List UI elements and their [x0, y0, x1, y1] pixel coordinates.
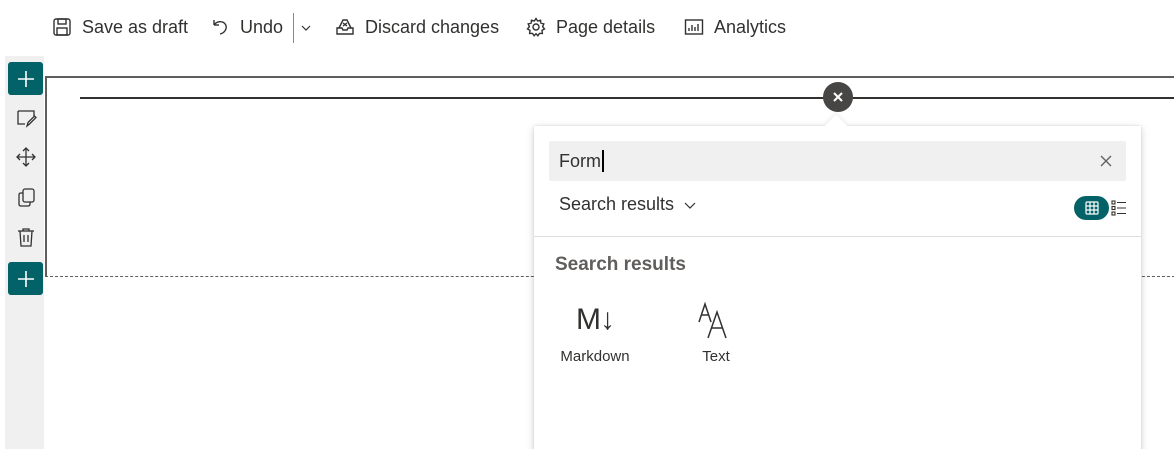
toolbox-divider	[534, 236, 1141, 237]
plus-icon	[17, 70, 34, 87]
clear-search-icon[interactable]	[1098, 153, 1114, 169]
copy-icon	[17, 187, 35, 207]
discard-changes-label: Discard changes	[365, 16, 500, 37]
webpart-tile-label: Markdown	[560, 348, 630, 365]
search-input-value: Form	[559, 150, 604, 172]
command-bar: Save as draft Undo Discard changes Page …	[0, 0, 1174, 56]
list-view-icon[interactable]	[1111, 200, 1127, 216]
undo-dropdown-button[interactable]	[293, 13, 317, 43]
analytics-icon	[684, 19, 704, 35]
discard-changes-button[interactable]: Discard changes	[335, 14, 499, 40]
webpart-tile-label: Text	[702, 348, 730, 365]
add-section-above-button[interactable]	[8, 62, 43, 95]
undo-button[interactable]: Undo	[210, 14, 283, 40]
webpart-toolbox: Form Search results Search results M↓ Ma…	[534, 126, 1141, 449]
section-divider-line	[80, 97, 1174, 99]
analytics-button[interactable]: Analytics	[684, 14, 786, 40]
delete-section-button[interactable]	[8, 220, 43, 253]
gear-icon	[526, 17, 546, 37]
save-as-draft-button[interactable]: Save as draft	[52, 14, 188, 40]
text-icon	[696, 296, 736, 344]
edit-section-button[interactable]	[8, 101, 43, 134]
category-filter-dropdown[interactable]: Search results	[559, 194, 696, 215]
category-filter-label: Search results	[559, 194, 675, 214]
page-details-label: Page details	[556, 16, 656, 37]
move-icon	[15, 146, 36, 167]
trash-icon	[17, 227, 34, 247]
webpart-tile-text[interactable]: Text	[661, 296, 771, 376]
toolbox-search-input[interactable]: Form	[549, 141, 1126, 181]
close-icon	[833, 92, 843, 102]
webpart-tile-markdown[interactable]: M↓ Markdown	[540, 296, 650, 376]
save-icon	[53, 18, 71, 36]
analytics-label: Analytics	[714, 16, 787, 37]
page-details-button[interactable]: Page details	[526, 14, 655, 40]
results-heading: Search results	[555, 254, 686, 275]
grid-view-button[interactable]	[1074, 196, 1109, 220]
markdown-icon: M↓	[576, 303, 615, 336]
undo-label: Undo	[240, 16, 284, 37]
move-section-button[interactable]	[8, 140, 43, 173]
save-as-draft-label: Save as draft	[82, 16, 189, 37]
edit-icon	[16, 109, 37, 128]
grid-icon	[1084, 201, 1099, 215]
plus-icon	[17, 270, 34, 287]
discard-icon	[336, 19, 354, 35]
undo-icon	[213, 20, 227, 35]
chevron-down-icon	[684, 202, 696, 209]
duplicate-section-button[interactable]	[8, 180, 43, 213]
chevron-down-icon	[301, 25, 310, 31]
add-section-below-button[interactable]	[8, 262, 43, 295]
close-toolbox-button[interactable]	[823, 82, 853, 112]
